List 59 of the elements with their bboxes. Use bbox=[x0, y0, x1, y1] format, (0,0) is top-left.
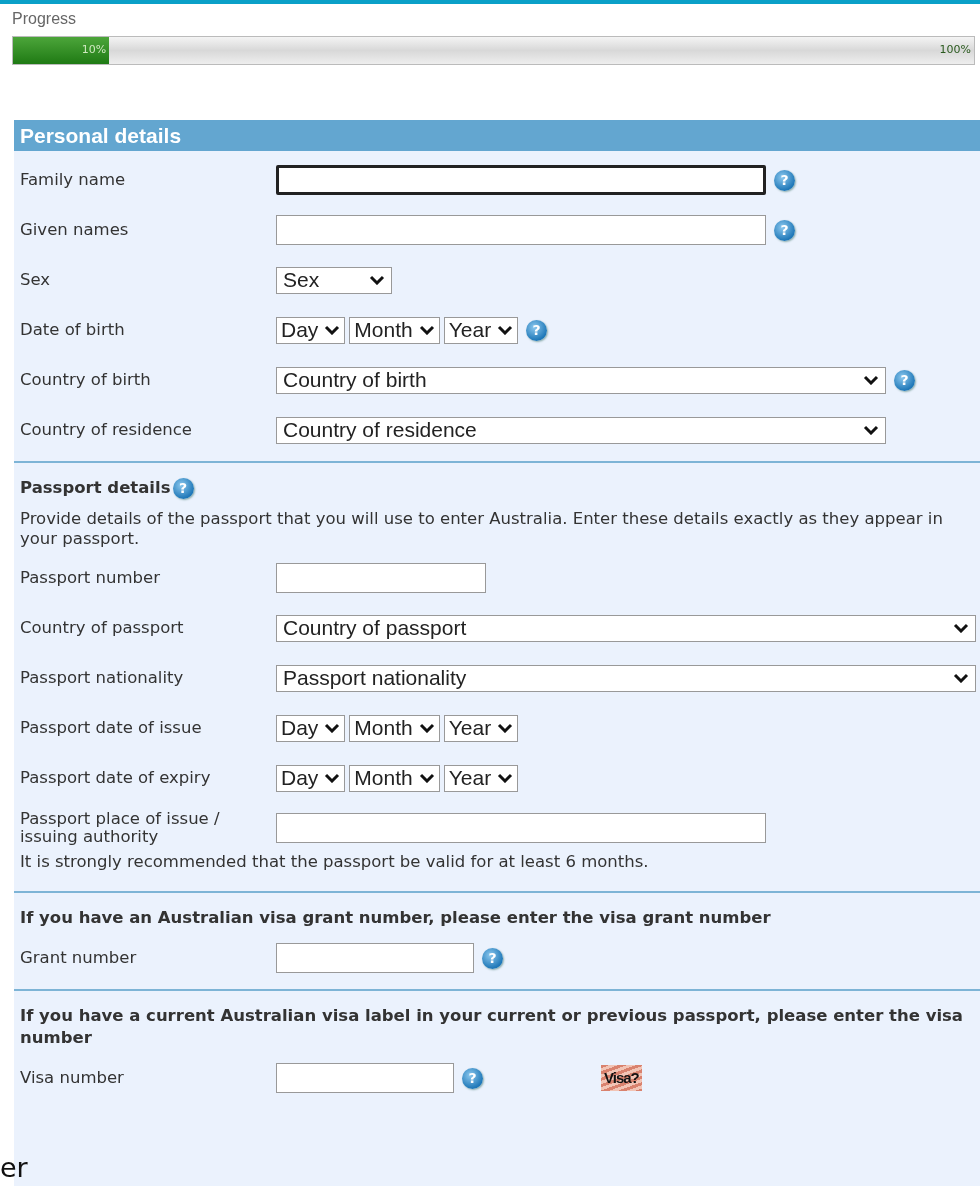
dropdown[interactable]: Day bbox=[276, 316, 346, 344]
chevron-icon bbox=[324, 723, 341, 733]
dropdown[interactable]: Sex bbox=[276, 266, 392, 294]
chevron-icon bbox=[418, 325, 435, 335]
chevron-icon bbox=[863, 425, 879, 435]
dropdown[interactable]: Month bbox=[349, 764, 440, 792]
dropdown[interactable]: Day bbox=[276, 764, 346, 792]
field-label: Passport date of issue bbox=[19, 719, 203, 737]
panel-title: Personal details bbox=[14, 120, 980, 151]
input-field[interactable] bbox=[276, 1063, 454, 1093]
field-label: Country of residence bbox=[19, 421, 193, 439]
field-label: Date of birth bbox=[19, 321, 126, 339]
progress-value: 10% bbox=[81, 42, 108, 59]
stray-text: er bbox=[0, 1154, 28, 1181]
chevron-icon bbox=[953, 623, 969, 633]
dropdown[interactable]: Year bbox=[443, 316, 519, 344]
section-heading: Passport details bbox=[20, 477, 171, 499]
field-label: Passport nationality bbox=[19, 669, 185, 687]
field-label: Passport number bbox=[19, 569, 161, 587]
chevron-icon bbox=[418, 773, 435, 783]
dropdown[interactable]: Country of birth bbox=[276, 366, 886, 394]
field-label: Sex bbox=[19, 271, 52, 289]
input-field[interactable] bbox=[276, 563, 486, 593]
chevron-icon bbox=[863, 375, 879, 385]
field-label: Grant number bbox=[19, 949, 138, 967]
dropdown[interactable]: Year bbox=[443, 714, 519, 742]
note-text: It is strongly recommended that the passport be valid for at least 6 months. bbox=[19, 853, 650, 873]
field-label: Family name bbox=[19, 171, 127, 189]
dropdown[interactable]: Month bbox=[349, 714, 440, 742]
section-heading: If you have an Australian visa grant number, please enter the visa grant number bbox=[20, 907, 771, 929]
field-label: Passport place of issue / issuing authority bbox=[19, 810, 221, 846]
section-heading: If you have a current Australian visa label in your current or previous passport, please enter the visa number bbox=[20, 1005, 964, 1049]
instructions-text: Provide details of the passport that you will use to enter Australia. Enter these details exactly as they appear in your passport. bbox=[19, 508, 944, 550]
dropdown[interactable]: Month bbox=[349, 316, 440, 344]
dropdown[interactable]: Passport nationality bbox=[276, 664, 976, 692]
input-field[interactable] bbox=[276, 215, 766, 245]
dropdown[interactable]: Country of passport bbox=[276, 614, 976, 642]
chevron-icon bbox=[497, 773, 514, 783]
chevron-icon bbox=[324, 773, 341, 783]
field-label: Country of birth bbox=[19, 371, 152, 389]
chevron-icon bbox=[953, 673, 969, 683]
input-field[interactable] bbox=[276, 943, 474, 973]
dropdown[interactable]: Year bbox=[443, 764, 519, 792]
chevron-icon bbox=[497, 325, 514, 335]
field-label: Country of passport bbox=[19, 619, 185, 637]
input-field[interactable] bbox=[276, 813, 766, 843]
chevron-icon bbox=[369, 275, 385, 285]
dropdown[interactable]: Country of residence bbox=[276, 416, 886, 444]
progress-label: Progress bbox=[11, 9, 78, 28]
field-label: Visa number bbox=[19, 1069, 125, 1087]
progress-max: 100% bbox=[939, 42, 972, 59]
dropdown[interactable]: Day bbox=[276, 714, 346, 742]
chevron-icon bbox=[497, 723, 514, 733]
input-field[interactable] bbox=[276, 165, 766, 195]
visa-label-sample: Visa? bbox=[601, 1064, 642, 1092]
field-label: Passport date of expiry bbox=[19, 769, 212, 787]
chevron-icon bbox=[418, 723, 435, 733]
field-label: Given names bbox=[19, 221, 130, 239]
chevron-icon bbox=[324, 325, 341, 335]
